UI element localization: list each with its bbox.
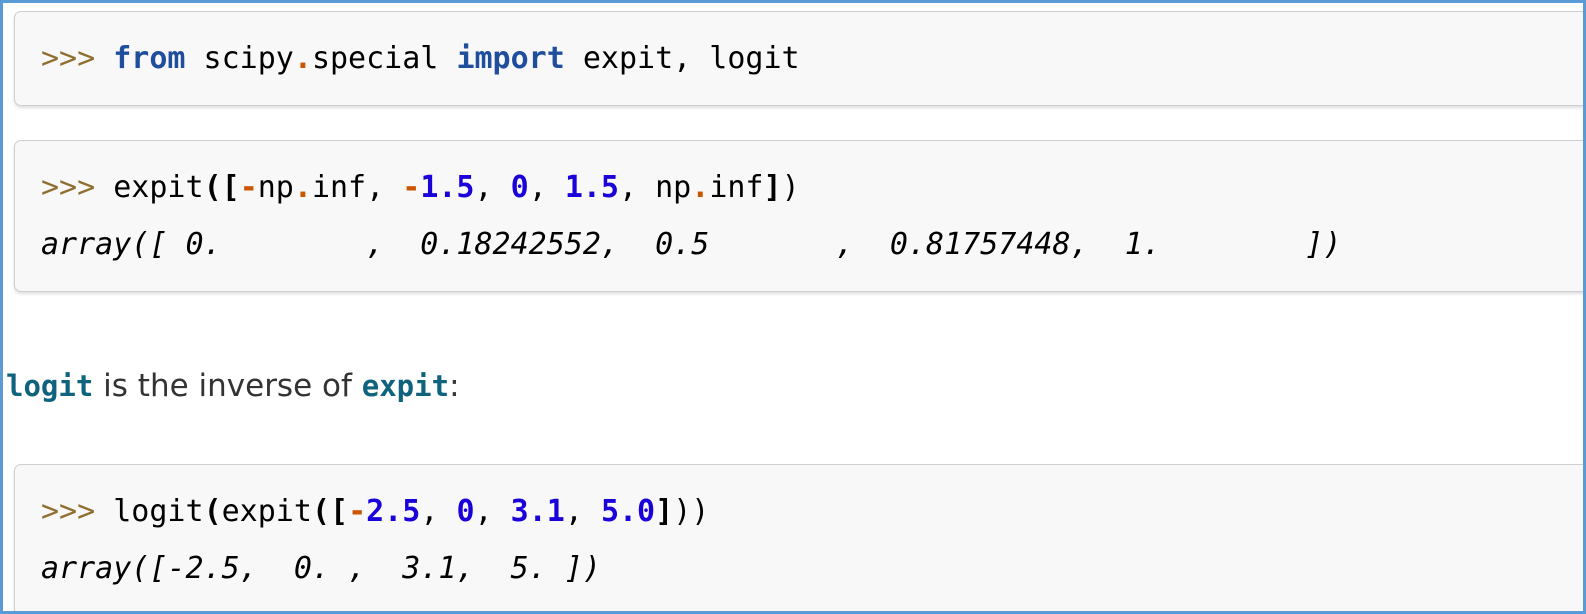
attribute-dot: . bbox=[293, 41, 312, 76]
function-expit: expit bbox=[221, 494, 312, 529]
comma: , bbox=[619, 170, 656, 205]
close-bracket: ] bbox=[763, 170, 782, 205]
function-expit: expit bbox=[95, 170, 204, 205]
number-literal: 1.5 bbox=[420, 170, 475, 205]
code-block-import[interactable]: >>> from scipy.special import expit, log… bbox=[14, 11, 1583, 106]
code-line-output: array([ 0. , 0.18242552, 0.5 , 0.8175744… bbox=[41, 227, 1342, 262]
unary-minus: - bbox=[239, 170, 258, 205]
number-literal: 1.5 bbox=[564, 170, 619, 205]
number-literal: 3.1 bbox=[510, 494, 565, 529]
open-bracket: ([ bbox=[203, 170, 240, 205]
attribute-inf: inf bbox=[709, 170, 764, 205]
code-reference-expit[interactable]: expit bbox=[362, 369, 449, 403]
comma: , bbox=[366, 170, 403, 205]
comma: , bbox=[474, 494, 511, 529]
open-bracket: ([ bbox=[311, 494, 349, 529]
module-np: np bbox=[257, 170, 294, 205]
code-block-logit-content: >>> logit(expit([-2.5, 0, 3.1, 5.0])) ar… bbox=[15, 465, 1583, 611]
keyword-from: from bbox=[113, 41, 186, 76]
code-block-import-content: >>> from scipy.special import expit, log… bbox=[15, 12, 1583, 105]
attribute-dot: . bbox=[293, 170, 312, 205]
module-special: special bbox=[311, 41, 457, 76]
number-literal: 0 bbox=[456, 494, 475, 529]
unary-minus: - bbox=[402, 170, 421, 205]
attribute-inf: inf bbox=[311, 170, 367, 205]
function-logit: logit bbox=[95, 494, 204, 529]
code-block-expit[interactable]: >>> expit([-np.inf, -1.5, 0, 1.5, np.inf… bbox=[14, 140, 1583, 292]
comma: , bbox=[528, 170, 565, 205]
code-block-logit[interactable]: >>> logit(expit([-2.5, 0, 3.1, 5.0])) ar… bbox=[14, 464, 1583, 611]
open-paren: ( bbox=[203, 494, 222, 529]
screenshot-frame: >>> from scipy.special import expit, log… bbox=[0, 0, 1586, 614]
prose-paragraph: logit is the inverse of expit: bbox=[6, 366, 1566, 406]
code-block-expit-content: >>> expit([-np.inf, -1.5, 0, 1.5, np.inf… bbox=[15, 141, 1583, 291]
close-parens: )) bbox=[673, 494, 710, 529]
comma: , bbox=[474, 170, 511, 205]
code-line-input[interactable]: >>> expit([-np.inf, -1.5, 0, 1.5, np.inf… bbox=[41, 159, 1583, 216]
code-line-input[interactable]: >>> logit(expit([-2.5, 0, 3.1, 5.0])) bbox=[41, 483, 1583, 540]
number-literal: 0 bbox=[510, 170, 529, 205]
code-reference-logit[interactable]: logit bbox=[6, 369, 93, 403]
close-bracket: ] bbox=[655, 494, 674, 529]
imported-names: expit, logit bbox=[564, 41, 800, 76]
comma: , bbox=[564, 494, 601, 529]
code-line-input[interactable]: >>> from scipy.special import expit, log… bbox=[41, 30, 1583, 87]
documentation-body: >>> from scipy.special import expit, log… bbox=[6, 6, 1583, 611]
module-np: np bbox=[655, 170, 692, 205]
prose-colon: : bbox=[449, 368, 460, 404]
number-literal: 5.0 bbox=[600, 494, 656, 529]
number-literal: 2.5 bbox=[366, 494, 421, 529]
code-line-output: array([-2.5, 0. , 3.1, 5. ]) bbox=[41, 551, 601, 586]
prose-middle-text: is the inverse of bbox=[93, 368, 362, 404]
unary-minus: - bbox=[348, 494, 367, 529]
close-paren: ) bbox=[781, 170, 800, 205]
prompt-token: >>> bbox=[41, 170, 96, 205]
prompt-token: >>> bbox=[41, 494, 96, 529]
module-scipy: scipy bbox=[185, 41, 294, 76]
attribute-dot: . bbox=[691, 170, 710, 205]
comma: , bbox=[420, 494, 457, 529]
keyword-import: import bbox=[456, 41, 565, 76]
prompt-token: >>> bbox=[41, 41, 96, 76]
